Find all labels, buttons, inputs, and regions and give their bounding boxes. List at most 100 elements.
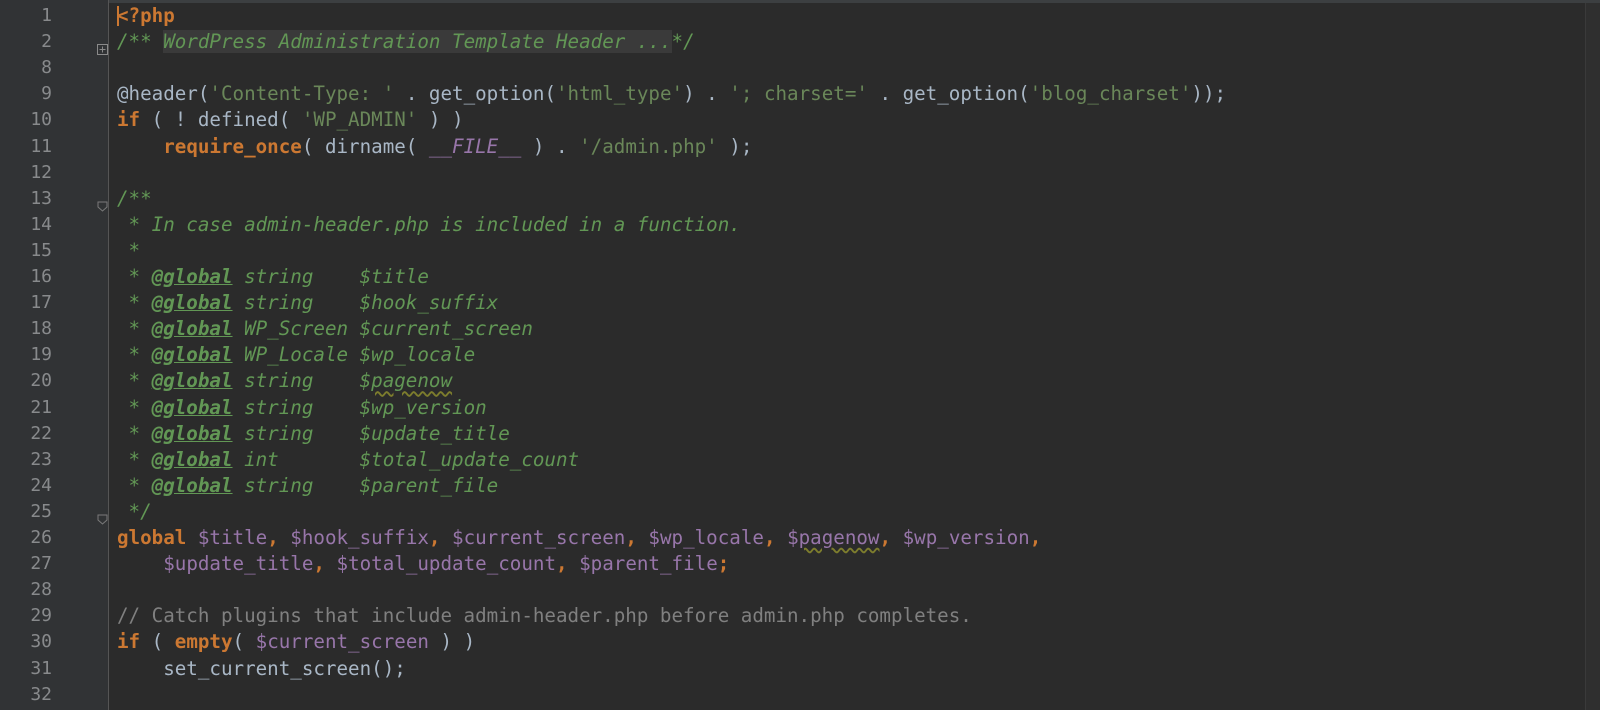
code-token: ( — [232, 630, 256, 654]
code-text[interactable]: * @global string $pagenow — [117, 368, 452, 394]
code-text[interactable]: <?php — [117, 3, 175, 29]
code-text[interactable]: // Catch plugins that include admin-head… — [117, 603, 972, 629]
code-token: ); — [717, 134, 753, 158]
code-text[interactable]: if ( ! defined( 'WP_ADMIN' ) ) — [117, 107, 464, 133]
code-line[interactable]: 16 * @global string $title — [0, 264, 1586, 290]
fold-collapse-icon[interactable] — [97, 193, 108, 212]
code-token: <?php — [117, 4, 175, 27]
code-token: if — [117, 630, 141, 654]
folded-region[interactable]: WordPress Administration Template Header… — [163, 30, 672, 54]
code-line[interactable]: 32 — [0, 682, 1586, 708]
code-text[interactable]: * @global string $hook_suffix — [117, 290, 499, 316]
code-text[interactable]: * — [117, 238, 141, 264]
code-text[interactable]: * @global WP_Screen $current_screen — [117, 316, 533, 342]
code-token: , — [313, 552, 337, 576]
code-line[interactable]: 24 * @global string $parent_file — [0, 473, 1586, 499]
code-line[interactable]: 20 * @global string $pagenow — [0, 368, 1586, 394]
code-token: __FILE__ — [428, 134, 522, 158]
code-text[interactable]: if ( empty( $current_screen ) ) — [117, 629, 475, 655]
code-text[interactable]: * @global string $update_title — [117, 421, 510, 447]
code-line[interactable]: 12 — [0, 160, 1586, 186]
code-token: * In case admin-header.php is included i… — [117, 212, 741, 236]
code-line[interactable]: 13 /** — [0, 186, 1586, 212]
code-text[interactable]: require_once( dirname( __FILE__ ) . '/ad… — [117, 134, 752, 160]
code-line[interactable]: 31 set_current_screen(); — [0, 656, 1586, 682]
code-token: string $update_title — [232, 421, 510, 445]
code-line[interactable]: 17 * @global string $hook_suffix — [0, 290, 1586, 316]
code-token: $hook_suffix — [290, 526, 429, 549]
code-token: @global — [151, 395, 233, 419]
code-line[interactable]: 22 * @global string $update_title — [0, 421, 1586, 447]
code-line[interactable]: 23 * @global int $total_update_count — [0, 447, 1586, 473]
code-text[interactable]: * @global int $total_update_count — [117, 447, 580, 473]
code-editor[interactable]: 1 <?php 2 /** WordPress Administration Temp… — [0, 0, 1600, 710]
code-token: '; charset=' — [729, 82, 868, 106]
line-number: 18 — [30, 318, 52, 340]
code-token: @header( — [117, 82, 210, 106]
code-token: ( ! defined( — [140, 108, 302, 132]
code-token: string $ — [232, 369, 372, 393]
code-token: * — [117, 447, 152, 471]
line-number: 21 — [30, 396, 52, 418]
code-token: @global — [151, 265, 233, 288]
code-token: string $wp_version — [232, 395, 487, 419]
code-token: WP_Screen $current_screen — [232, 317, 533, 341]
code-token: * — [117, 369, 152, 393]
code-token: $title — [197, 526, 268, 549]
code-token: ( — [140, 630, 175, 654]
code-token: ) ) — [428, 630, 476, 654]
line-number: 20 — [30, 370, 52, 392]
code-line[interactable]: 9 @header('Content-Type: ' . get_option('… — [0, 81, 1586, 107]
vertical-scrollbar[interactable] — [1585, 3, 1600, 710]
code-line[interactable]: 30 if ( empty( $current_screen ) ) — [0, 629, 1586, 655]
code-token: 'html_type' — [556, 82, 684, 106]
code-text[interactable]: * In case admin-header.php is included i… — [117, 212, 741, 238]
code-text[interactable]: * @global string $parent_file — [117, 473, 499, 499]
code-text[interactable]: set_current_screen(); — [117, 656, 406, 682]
code-line[interactable]: 8 — [0, 55, 1586, 81]
code-token: * — [117, 421, 152, 445]
code-line[interactable]: 26 global $title, $hook_suffix, $current_… — [0, 525, 1586, 551]
code-text[interactable]: * @global string $title — [117, 264, 429, 290]
code-token: 'blog_charset' — [1029, 82, 1192, 106]
line-number: 2 — [41, 31, 52, 53]
code-text[interactable]: */ — [117, 499, 152, 525]
line-number: 24 — [30, 474, 52, 496]
code-text[interactable]: * @global string $wp_version — [117, 395, 487, 421]
code-token: . get_option( — [394, 82, 556, 106]
code-line[interactable]: 28 — [0, 577, 1586, 603]
fold-expand-icon[interactable] — [97, 36, 108, 56]
code-line[interactable]: 21 * @global string $wp_version — [0, 395, 1586, 421]
line-number: 19 — [30, 344, 52, 366]
code-token: @global — [151, 291, 233, 315]
code-token: * — [117, 395, 152, 419]
code-token: $wp_locale — [648, 526, 764, 549]
code-token: /** — [117, 186, 152, 210]
code-text[interactable]: @header('Content-Type: ' . get_option('h… — [117, 81, 1226, 107]
code-line[interactable]: 27 $update_title, $total_update_count, $… — [0, 551, 1586, 577]
code-line[interactable]: 15 * — [0, 238, 1586, 264]
code-token: )); — [1191, 82, 1227, 106]
code-line[interactable]: 29 // Catch plugins that include admin-he… — [0, 603, 1586, 629]
line-number: 13 — [30, 187, 52, 209]
code-token: ; — [717, 552, 730, 576]
code-text[interactable]: /** WordPress Administration Template He… — [117, 29, 695, 55]
code-text[interactable]: global $title, $hook_suffix, $current_sc… — [117, 525, 1041, 551]
code-text[interactable]: * @global WP_Locale $wp_locale — [117, 342, 476, 368]
code-line[interactable]: 14 * In case admin-header.php is include… — [0, 212, 1586, 238]
code-line[interactable]: 25 */ — [0, 499, 1586, 525]
code-line[interactable]: 2 /** WordPress Administration Template H… — [0, 29, 1586, 56]
code-line[interactable]: 1 <?php — [0, 3, 1586, 29]
code-text[interactable]: $update_title, $total_update_count, $par… — [117, 551, 729, 577]
line-number: 31 — [30, 657, 52, 679]
code-token: ) ) — [417, 108, 464, 132]
code-line[interactable]: 19 * @global WP_Locale $wp_locale — [0, 342, 1586, 368]
code-token: '/admin.php' — [579, 134, 718, 158]
code-line[interactable]: 11 require_once( dirname( __FILE__ ) . '… — [0, 134, 1586, 160]
code-line[interactable]: 10 if ( ! defined( 'WP_ADMIN' ) ) — [0, 107, 1586, 133]
code-text[interactable]: /** — [117, 186, 152, 212]
code-line[interactable]: 18 * @global WP_Screen $current_screen — [0, 316, 1586, 342]
code-token: @global — [151, 447, 233, 471]
code-token: $ — [787, 526, 799, 549]
fold-collapse-icon[interactable] — [97, 506, 108, 525]
